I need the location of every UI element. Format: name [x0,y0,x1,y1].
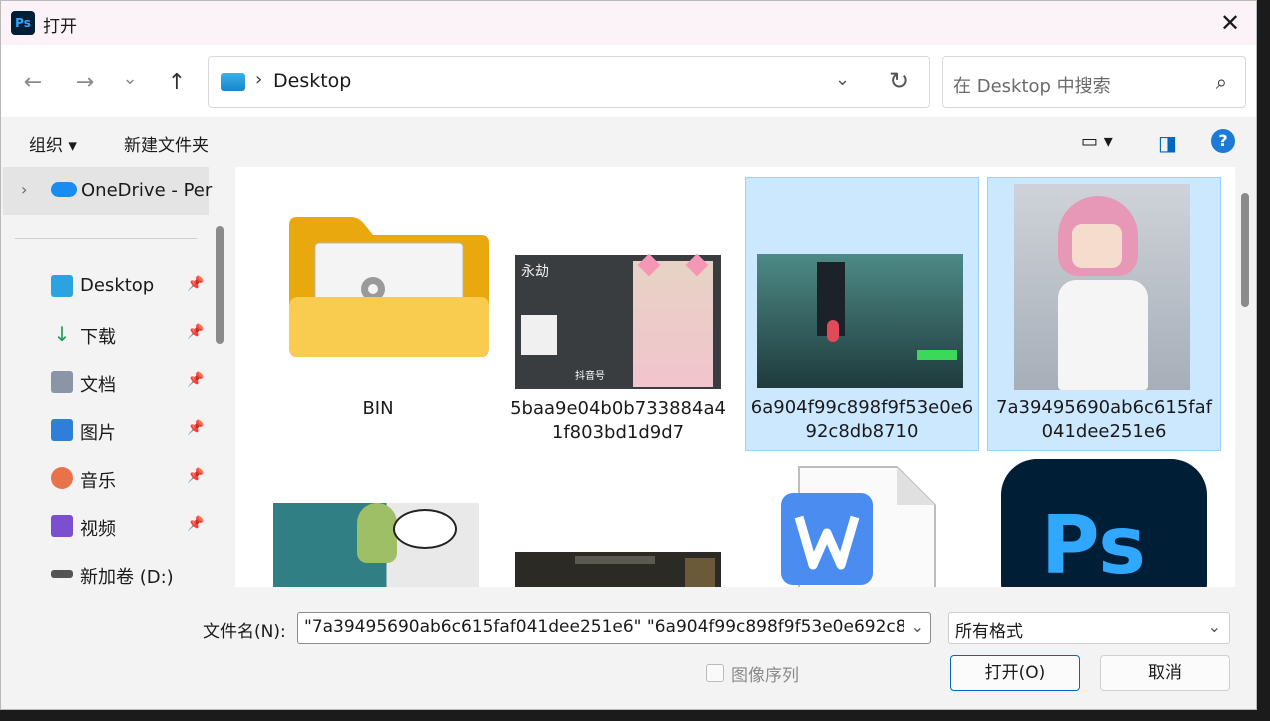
pin-icon: 📌 [187,372,205,388]
image-thumbnail [1014,184,1190,390]
file-name: BIN [362,398,394,419]
sidebar-item-desktop[interactable]: Desktop 📌 [1,265,211,309]
breadcrumb-desktop[interactable]: Desktop [273,70,351,92]
qr-code-icon [521,315,557,355]
ps-logo-text: Ps [1041,499,1146,587]
desktop-icon [221,73,245,91]
filename-field[interactable]: "7a39495690ab6c615faf041dee251e6" "6a904… [297,612,931,644]
sidebar-item-downloads[interactable]: ↓ 下载 📌 [1,313,211,357]
sidebar-item-pictures[interactable]: 图片 📌 [1,409,211,453]
sidebar-item-documents[interactable]: 文档 📌 [1,361,211,405]
file-item-5baa9e04[interactable]: 永劫 抖音号 5baa9e04b0b733884a4 1f803bd1d9d7 [501,177,735,451]
file-name-line1: 7a39495690ab6c615faf [996,397,1212,418]
up-arrow-icon[interactable]: ↑ [163,69,191,97]
dialog-title: 打开 [43,17,77,37]
new-folder-button[interactable]: 新建文件夹 [124,131,209,156]
title-bar: Ps 打开 ✕ [1,1,1256,45]
image-thumbnail: 永劫 抖音号 [515,253,721,389]
filename-value[interactable]: "7a39495690ab6c615faf041dee251e6" "6a904… [304,617,904,637]
folder-icon [289,217,489,357]
video-icon [51,515,73,537]
pin-icon: 📌 [187,516,205,532]
douyin-label: 抖音号 [575,371,605,382]
file-list: BIN 永劫 抖音号 5baa9e04b0b733884a4 1f803bd1d… [235,167,1235,587]
image-sequence-label: 图像序列 [731,666,799,686]
preview-pane-icon[interactable]: ◨ [1158,131,1177,155]
navigation-bar: ← → ⌄ ↑ › Desktop ⌄ ↻ 在 Desktop 中搜索 ⌕ [1,45,1256,117]
file-item-7a394956[interactable]: 7a39495690ab6c615faf 041dee251e6 [987,177,1221,451]
sidebar-item-label: 新加卷 (D:) [80,567,174,587]
sidebar-item-label: 音乐 [80,471,116,492]
sidebar-item-label: OneDrive - Per [81,180,213,201]
image-sequence-checkbox[interactable] [706,664,724,682]
music-icon [51,467,73,489]
file-item-bin[interactable]: BIN [261,177,495,451]
pictures-icon [51,419,73,441]
filename-label: 文件名(N): [203,622,286,642]
photoshop-icon: Ps [1001,459,1207,587]
wps-document-icon [781,466,936,587]
search-input[interactable]: 在 Desktop 中搜索 [953,72,1111,98]
chevron-down-icon[interactable]: ⌄ [911,617,924,636]
drive-icon [51,570,73,578]
file-name-line2: 041dee251e6 [1041,421,1167,442]
sidebar-item-videos[interactable]: 视频 📌 [1,505,211,549]
pin-icon: 📌 [187,324,205,340]
file-item-6a904f99[interactable]: 6a904f99c898f9f53e0e6 92c8db8710 [745,177,979,451]
search-icon[interactable]: ⌕ [1216,70,1227,94]
onedrive-cloud-icon [51,182,77,197]
image-thumbnail [273,503,479,587]
close-button[interactable]: ✕ [1216,9,1244,37]
image-thumbnail [757,254,963,388]
chevron-right-icon[interactable]: › [21,180,27,199]
desktop-icon [51,275,73,297]
file-name-line2: 1f803bd1d9d7 [551,422,685,443]
photoshop-app-icon: Ps [11,11,35,35]
sidebar-item-drive-d[interactable]: 新加卷 (D:) [1,553,211,587]
file-type-value: 所有格式 [955,622,1023,642]
help-icon[interactable]: ? [1211,129,1235,153]
sidebar-scrollbar[interactable] [216,226,224,344]
divider [15,238,197,239]
navigation-pane: › OneDrive - Per Desktop 📌 ↓ 下载 📌 文档 📌 图… [1,167,215,587]
sidebar-item-label: Desktop [80,275,155,296]
sidebar-item-label: 文档 [80,375,116,396]
document-icon [51,371,73,393]
breadcrumb-separator-icon: › [255,69,263,90]
view-options-icon[interactable]: ▭ ▾ [1081,131,1113,152]
sidebar-item-label: 图片 [80,423,116,444]
file-type-select[interactable]: 所有格式 ⌄ [948,612,1230,644]
pin-icon: 📌 [187,468,205,484]
pin-icon: 📌 [187,276,205,292]
bottom-panel: 文件名(N): "7a39495690ab6c615faf041dee251e6… [1,587,1256,709]
sidebar-item-label: 视频 [80,519,116,540]
sidebar-item-onedrive[interactable]: › OneDrive - Per [3,167,213,215]
forward-arrow-icon[interactable]: → [71,69,99,97]
refresh-icon[interactable]: ↻ [889,67,909,95]
cancel-button[interactable]: 取消 [1100,655,1230,691]
image-thumbnail [515,552,721,587]
recent-locations-icon[interactable]: ⌄ [116,65,144,93]
organize-menu[interactable]: 组织 ▾ [29,131,77,156]
download-icon: ↓ [53,322,71,346]
back-arrow-icon[interactable]: ← [19,69,47,97]
open-button[interactable]: 打开(O) [950,655,1080,691]
pin-icon: 📌 [187,420,205,436]
file-name-line2: 92c8db8710 [805,421,919,442]
search-box[interactable]: 在 Desktop 中搜索 ⌕ [942,56,1246,108]
file-name-line1: 6a904f99c898f9f53e0e6 [750,397,974,418]
address-bar[interactable]: › Desktop ⌄ ↻ [208,56,930,108]
open-file-dialog: Ps 打开 ✕ ← → ⌄ ↑ › Desktop ⌄ ↻ 在 Desktop … [0,0,1257,710]
file-item-wps-document[interactable] [745,449,979,587]
chevron-down-icon[interactable]: ⌄ [835,69,850,90]
file-item-photoshop[interactable]: Ps [987,449,1221,587]
sidebar-item-label: 下载 [80,327,116,348]
file-item-row2-2[interactable] [501,449,735,587]
chevron-down-icon[interactable]: ⌄ [1208,617,1221,636]
file-item-row2-1[interactable] [261,449,495,587]
file-name-line1: 5baa9e04b0b733884a4 [510,398,726,419]
content-scrollbar[interactable] [1241,193,1249,307]
command-bar: 组织 ▾ 新建文件夹 ▭ ▾ ◨ ? [1,117,1256,167]
sidebar-item-music[interactable]: 音乐 📌 [1,457,211,501]
